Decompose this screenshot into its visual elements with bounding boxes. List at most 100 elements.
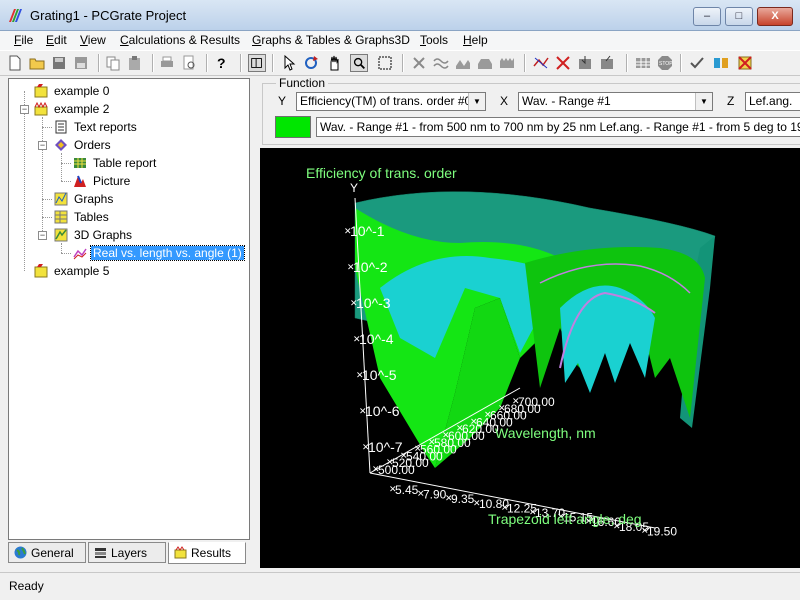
tree-item-label: Table report bbox=[93, 156, 157, 170]
tree-item-3d-graphs[interactable]: 3D Graphs bbox=[74, 227, 132, 243]
tree-item-label: Text reports bbox=[74, 120, 137, 134]
x-function-select[interactable]: Wav. - Range #1 ▼ bbox=[518, 92, 713, 111]
y-tick-mark: ✕ bbox=[344, 226, 352, 236]
x-axis-selector-label: X bbox=[500, 94, 509, 108]
y-tick-mark: ✕ bbox=[362, 442, 370, 452]
tree-item-example-0[interactable]: example 0 bbox=[54, 83, 109, 99]
status-bar: Ready bbox=[0, 572, 800, 600]
menu-edit[interactable]: Edit bbox=[46, 33, 67, 47]
stop-icon[interactable]: STOP bbox=[656, 54, 674, 72]
minimize-button[interactable]: – bbox=[693, 7, 721, 26]
paste-icon[interactable] bbox=[126, 54, 144, 72]
plot-area[interactable]: Efficiency of trans. order Y 10^-1 ✕ 10^-2… bbox=[260, 148, 800, 568]
z-function-select[interactable]: Lef.ang. bbox=[745, 92, 800, 111]
import-icon[interactable] bbox=[598, 54, 616, 72]
tree-item-graphs[interactable]: Graphs bbox=[74, 191, 113, 207]
tree-item-text-reports[interactable]: Text reports bbox=[74, 119, 137, 135]
maximize-button[interactable]: □ bbox=[725, 7, 753, 26]
copy-icon[interactable] bbox=[104, 54, 122, 72]
new-file-icon[interactable] bbox=[6, 54, 24, 72]
tree-item-tables[interactable]: Tables bbox=[74, 209, 109, 225]
title-bar: Grating1 - PCGrate Project – □ X bbox=[0, 0, 800, 31]
menu-file[interactable]: File bbox=[14, 33, 33, 47]
tree-item-picture[interactable]: Picture bbox=[93, 173, 130, 189]
collapse-3d-graphs[interactable]: − bbox=[38, 231, 47, 240]
function-group-title: Function bbox=[276, 76, 329, 90]
grating-icon[interactable] bbox=[498, 54, 516, 72]
tree-item-table-report[interactable]: Table report bbox=[93, 155, 156, 171]
splitter[interactable] bbox=[252, 78, 258, 568]
help-icon[interactable]: ? bbox=[212, 54, 230, 72]
chevron-down-icon[interactable]: ▼ bbox=[695, 93, 712, 110]
export-icon[interactable] bbox=[576, 54, 594, 72]
z-tick-mark: ✕ bbox=[641, 525, 649, 535]
close-button[interactable]: X bbox=[757, 7, 793, 26]
series-color-swatch[interactable] bbox=[275, 116, 311, 138]
tree-item-example-5[interactable]: example 5 bbox=[54, 263, 109, 279]
chevron-down-icon[interactable]: ▼ bbox=[468, 93, 485, 110]
wave-icon[interactable] bbox=[432, 54, 450, 72]
z-tick-label: 9.35 bbox=[451, 492, 475, 506]
x-tick-label: 500.00 bbox=[378, 463, 415, 477]
menu-view[interactable]: View bbox=[80, 33, 106, 47]
menu-tools[interactable]: Tools bbox=[420, 33, 448, 47]
rotate-icon[interactable] bbox=[302, 54, 320, 72]
collapse-example-2[interactable]: − bbox=[20, 105, 29, 114]
save-icon[interactable] bbox=[50, 54, 68, 72]
cancel-calc-icon[interactable] bbox=[554, 54, 572, 72]
surface-plot-icon bbox=[73, 248, 87, 260]
y-axis-selector-label: Y bbox=[278, 94, 287, 108]
tab-label: Layers bbox=[111, 546, 148, 560]
y-tick-mark: ✕ bbox=[347, 262, 355, 272]
y-tick-mark: ✕ bbox=[359, 406, 367, 416]
print-preview-icon[interactable] bbox=[180, 54, 198, 72]
tree-item-label: 3D Graphs bbox=[74, 228, 133, 242]
split-view-icon[interactable] bbox=[248, 54, 266, 72]
pointer-icon[interactable] bbox=[280, 54, 298, 72]
table-icon[interactable] bbox=[634, 54, 652, 72]
z-axis-selector-label: Z bbox=[727, 94, 735, 108]
check-icon[interactable] bbox=[688, 54, 706, 72]
table-report-icon bbox=[74, 158, 86, 168]
y-tick-label: 10^-1 bbox=[350, 223, 385, 239]
plot-title: Efficiency of trans. order bbox=[306, 165, 457, 181]
profile-icon[interactable] bbox=[454, 54, 472, 72]
clear-icon[interactable] bbox=[736, 54, 754, 72]
y-function-select[interactable]: Efficiency(TM) of trans. order #0 ▼ bbox=[296, 92, 486, 111]
pan-hand-icon[interactable] bbox=[326, 54, 344, 72]
graphs3d-icon bbox=[54, 228, 68, 242]
y-tick-mark: ✕ bbox=[353, 334, 361, 344]
panel-tabs: General Layers Results bbox=[8, 542, 250, 564]
range-description-text: Wav. - Range #1 - from 500 nm to 700 nm … bbox=[320, 120, 800, 134]
picture-icon bbox=[74, 175, 86, 187]
zoom-icon[interactable] bbox=[350, 54, 368, 72]
open-folder-icon[interactable] bbox=[28, 54, 46, 72]
tab-layers[interactable]: Layers bbox=[88, 542, 166, 563]
menu-help[interactable]: Help bbox=[463, 33, 488, 47]
menu-graphs-tables[interactable]: Graphs & Tables & Graphs3D bbox=[252, 33, 410, 47]
project-tree: example 0 − example 2 Text reports − Ord… bbox=[8, 78, 250, 540]
app-icon bbox=[9, 9, 22, 22]
tree-item-label: example 2 bbox=[54, 102, 110, 116]
tree-item-orders[interactable]: Orders bbox=[74, 137, 111, 153]
delete-icon[interactable] bbox=[410, 54, 428, 72]
collapse-orders[interactable]: − bbox=[38, 141, 47, 150]
y-tick-label: 10^-5 bbox=[362, 367, 397, 383]
calc-curve-icon[interactable] bbox=[532, 54, 550, 72]
tab-general[interactable]: General bbox=[8, 542, 86, 563]
save-as-icon[interactable] bbox=[72, 54, 90, 72]
tree-item-surface-plot[interactable]: Real vs. length vs. angle (1) bbox=[90, 245, 245, 261]
y-axis-label: Y bbox=[350, 181, 358, 195]
layer-icon[interactable] bbox=[476, 54, 494, 72]
results-icon bbox=[174, 546, 187, 559]
tree-item-example-2[interactable]: example 2 bbox=[54, 101, 109, 117]
project-icon bbox=[34, 264, 48, 278]
transfer-icon[interactable] bbox=[712, 54, 730, 72]
fit-view-icon[interactable] bbox=[376, 54, 394, 72]
tab-results[interactable]: Results bbox=[168, 542, 246, 564]
y-tick-mark: ✕ bbox=[350, 298, 358, 308]
menu-calculations-results[interactable]: Calculations & Results bbox=[120, 33, 240, 47]
print-icon[interactable] bbox=[158, 54, 176, 72]
menu-bar: File Edit View Calculations & Results Gr… bbox=[0, 31, 800, 50]
status-text: Ready bbox=[9, 579, 44, 593]
